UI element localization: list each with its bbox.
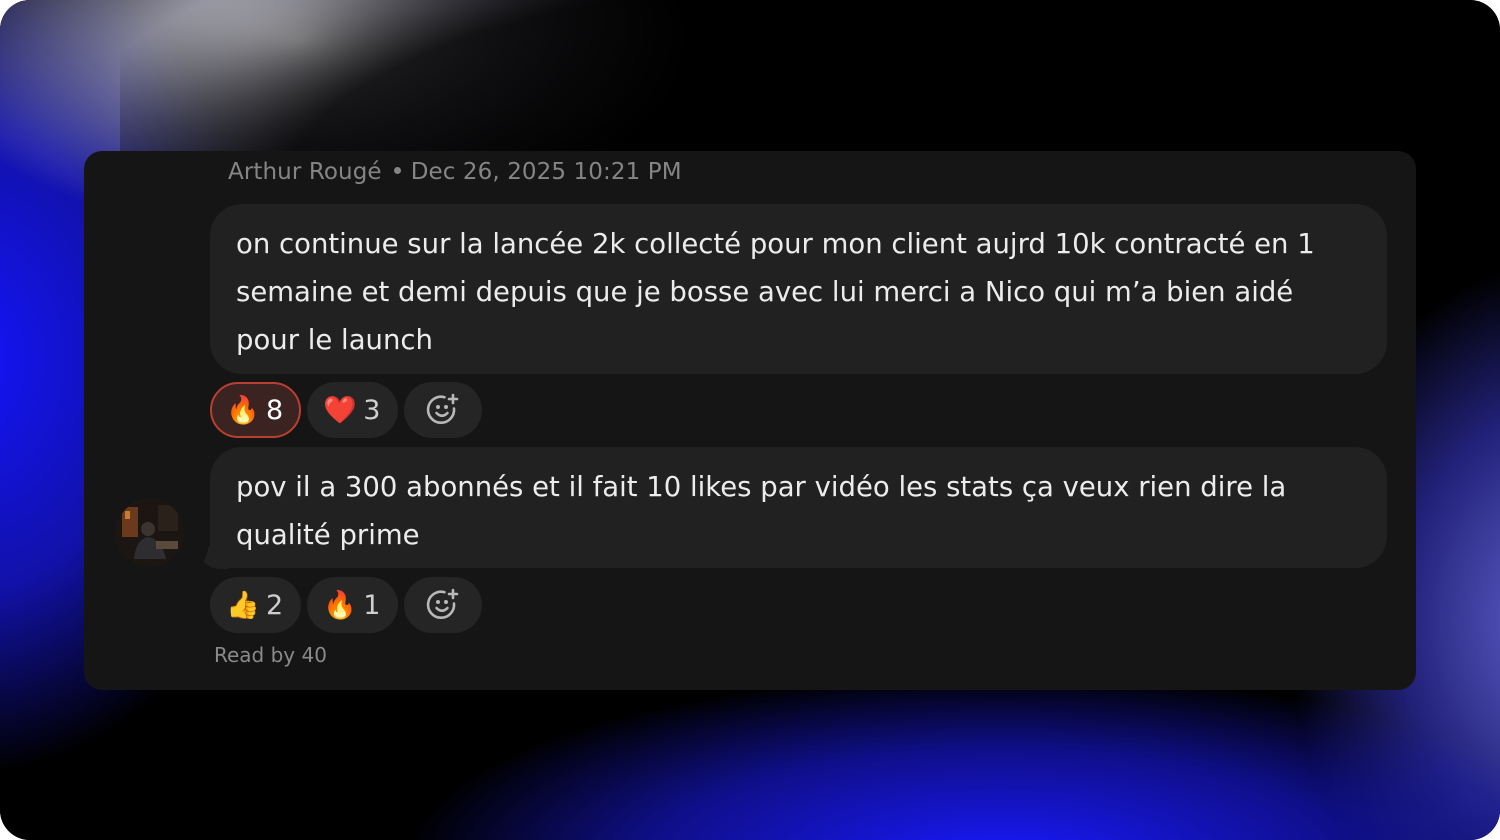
reaction-count: 8 xyxy=(266,394,284,426)
reaction-heart[interactable]: ❤️ 3 xyxy=(307,382,399,438)
red-heart-icon: ❤️ xyxy=(323,394,357,426)
message-bubble[interactable]: on continue sur la lancée 2k collecté po… xyxy=(210,204,1387,374)
reaction-thumbs-up[interactable]: 👍 2 xyxy=(210,577,302,633)
separator-dot xyxy=(393,167,401,174)
reaction-bar: 🔥 8 ❤️ 3 xyxy=(210,382,483,438)
add-reaction-button[interactable] xyxy=(404,382,483,438)
author-name[interactable]: Arthur Rougé xyxy=(228,159,382,185)
avatar[interactable] xyxy=(116,499,184,567)
reaction-fire[interactable]: 🔥 1 xyxy=(307,577,399,633)
fire-icon: 🔥 xyxy=(323,589,357,621)
fire-icon: 🔥 xyxy=(226,394,260,426)
thumbs-up-icon: 👍 xyxy=(226,589,260,621)
read-receipt[interactable]: Read by 40 xyxy=(214,643,327,667)
reaction-count: 3 xyxy=(363,394,381,426)
chat-message-card: Arthur Rougé Dec 26, 2025 10:21 PM on con… xyxy=(84,151,1416,690)
message-bubble[interactable]: pov il a 300 abonnés et il fait 10 likes… xyxy=(210,447,1387,568)
reaction-fire[interactable]: 🔥 8 xyxy=(210,382,302,438)
bubble-tail-cutout xyxy=(184,539,208,569)
add-emoji-icon xyxy=(425,392,461,428)
reaction-count: 1 xyxy=(363,589,381,621)
screenshot-frame: Arthur Rougé Dec 26, 2025 10:21 PM on con… xyxy=(0,0,1500,840)
reaction-count: 2 xyxy=(266,589,284,621)
message-text: on continue sur la lancée 2k collecté po… xyxy=(236,228,1315,356)
message-text: pov il a 300 abonnés et il fait 10 likes… xyxy=(236,471,1287,551)
message-timestamp: Dec 26, 2025 10:21 PM xyxy=(410,159,682,185)
message-meta: Arthur Rougé Dec 26, 2025 10:21 PM xyxy=(228,159,682,185)
add-reaction-button[interactable] xyxy=(404,577,483,633)
reaction-bar: 👍 2 🔥 1 xyxy=(210,577,483,633)
add-emoji-icon xyxy=(425,587,461,623)
